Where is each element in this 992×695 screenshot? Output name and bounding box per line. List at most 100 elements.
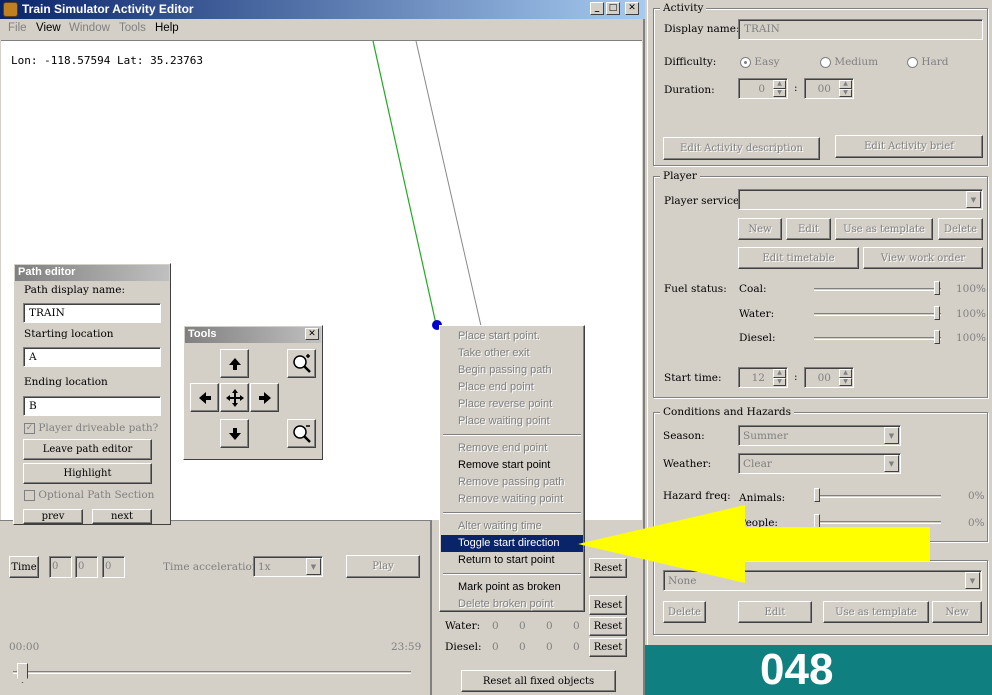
- menu-window[interactable]: Window: [69, 22, 110, 34]
- spinner-arrows: ▲ ▼: [839, 369, 852, 386]
- player-edit-button[interactable]: Edit: [786, 218, 831, 240]
- player-service-select[interactable]: ▼: [738, 189, 983, 210]
- pan-up-button[interactable]: [220, 349, 249, 378]
- weather-select[interactable]: Clear ▼: [738, 453, 901, 474]
- edit-activity-description-button[interactable]: Edit Activity description: [663, 137, 820, 160]
- time-button[interactable]: Time: [9, 556, 39, 578]
- people-value: 0%: [968, 517, 985, 529]
- water-value: 100%: [956, 308, 987, 320]
- diesel-slider-thumb[interactable]: [934, 330, 940, 344]
- menu-view[interactable]: View: [36, 22, 61, 34]
- player-driveable-label: Player driveable path?: [38, 422, 159, 434]
- duration-hours-spinner[interactable]: 0 ▲ ▼: [738, 78, 788, 99]
- menu-remove-end-point[interactable]: Remove end point: [441, 440, 583, 457]
- menu-take-other-exit[interactable]: Take other exit: [441, 345, 583, 362]
- ending-location-field[interactable]: B: [23, 396, 161, 416]
- track-line-gray: [415, 41, 482, 327]
- path-editor-title-bar[interactable]: Path editor: [15, 265, 169, 281]
- tools-title-bar[interactable]: Tools ✕: [185, 327, 321, 343]
- start-minutes-spinner[interactable]: 00 ▲ ▼: [804, 367, 854, 388]
- zoom-out-button[interactable]: [287, 419, 316, 448]
- traffic-edit-button[interactable]: Edit: [738, 601, 812, 623]
- menu-bar: File View Window Tools Help: [0, 19, 643, 39]
- difficulty-easy-radio[interactable]: Easy: [740, 56, 780, 68]
- player-delete-button[interactable]: Delete: [938, 218, 983, 240]
- path-editor-panel: Path editor Path display name: TRAIN Sta…: [13, 263, 171, 525]
- edit-activity-brief-button[interactable]: Edit Activity brief: [835, 135, 983, 158]
- close-button[interactable]: ✕: [625, 2, 639, 15]
- menu-place-reverse-point[interactable]: Place reverse point: [441, 396, 583, 413]
- arrow-left-icon: [198, 391, 211, 404]
- path-display-name-field[interactable]: TRAIN: [23, 303, 161, 323]
- prev-button[interactable]: prev: [23, 509, 83, 524]
- player-new-button[interactable]: New: [738, 218, 782, 240]
- path-display-name-label: Path display name:: [24, 284, 125, 296]
- coal-slider-thumb[interactable]: [934, 281, 940, 295]
- conditions-legend: Conditions and Hazards: [660, 406, 795, 418]
- maximize-button[interactable]: □: [606, 2, 620, 15]
- next-button[interactable]: next: [92, 509, 152, 524]
- pan-center-button[interactable]: [220, 383, 249, 412]
- menu-begin-passing-path[interactable]: Begin passing path: [441, 362, 583, 379]
- tools-title: Tools: [188, 328, 217, 340]
- view-work-order-button[interactable]: View work order: [863, 247, 983, 269]
- diesel-v2: 0: [519, 641, 526, 653]
- player-use-template-button[interactable]: Use as template: [835, 218, 933, 240]
- menu-mark-point-broken[interactable]: Mark point as broken: [441, 579, 583, 596]
- chevron-down-icon: ▼: [306, 558, 321, 575]
- water-slider-thumb[interactable]: [934, 306, 940, 320]
- radio-icon: [740, 56, 751, 68]
- time-accel-value: 1x: [258, 561, 271, 573]
- reset-all-fixed-objects-button[interactable]: Reset all fixed objects: [461, 670, 616, 692]
- highlight-button[interactable]: Highlight: [23, 463, 152, 484]
- menu-alter-waiting-time[interactable]: Alter waiting time: [441, 518, 583, 535]
- menu-file[interactable]: File: [8, 22, 27, 34]
- menu-remove-passing-path[interactable]: Remove passing path: [441, 474, 583, 491]
- water-v3: 0: [546, 620, 553, 632]
- leave-path-editor-button[interactable]: Leave path editor: [23, 439, 152, 460]
- optional-path-section-checkbox[interactable]: Optional Path Section: [24, 489, 154, 501]
- activity-display-name-field[interactable]: TRAIN: [738, 19, 983, 40]
- pan-right-button[interactable]: [250, 383, 279, 412]
- title-bar[interactable]: Train Simulator Activity Editor _ □ ✕: [0, 0, 645, 19]
- pan-left-button[interactable]: [190, 383, 219, 412]
- menu-place-end-point[interactable]: Place end point: [441, 379, 583, 396]
- duration-minutes-spinner[interactable]: 00 ▲ ▼: [804, 78, 854, 99]
- difficulty-medium-radio[interactable]: Medium: [820, 56, 878, 68]
- menu-delete-broken-point[interactable]: Delete broken point: [441, 596, 583, 613]
- menu-return-to-start-point[interactable]: Return to start point: [441, 552, 583, 569]
- time-slider-thumb[interactable]: [17, 663, 28, 683]
- menu-remove-start-point[interactable]: Remove start point: [441, 457, 583, 474]
- menu-remove-waiting-point[interactable]: Remove waiting point: [441, 491, 583, 508]
- player-driveable-checkbox[interactable]: ✓ Player driveable path?: [24, 422, 158, 434]
- play-button[interactable]: Play: [346, 555, 420, 578]
- menu-toggle-start-direction[interactable]: Toggle start direction: [441, 535, 583, 552]
- reset-button-water[interactable]: Reset: [589, 617, 627, 636]
- starting-location-field[interactable]: A: [23, 347, 161, 367]
- minimize-button[interactable]: _: [590, 2, 604, 15]
- menu-help[interactable]: Help: [155, 22, 179, 34]
- menu-place-start-point[interactable]: Place start point.: [441, 328, 583, 345]
- animals-slider-thumb[interactable]: [814, 488, 820, 502]
- tools-close-button[interactable]: ✕: [305, 328, 319, 340]
- reset-button-2[interactable]: Reset: [589, 595, 627, 615]
- water-v1: 0: [492, 620, 499, 632]
- reset-button-diesel[interactable]: Reset: [589, 638, 627, 657]
- start-hours-spinner[interactable]: 12 ▲ ▼: [738, 367, 788, 388]
- pan-down-button[interactable]: [220, 419, 249, 448]
- menu-separator: [443, 512, 581, 514]
- season-select[interactable]: Summer ▼: [738, 425, 901, 446]
- traffic-use-template-button[interactable]: Use as template: [823, 601, 929, 623]
- traffic-delete-button[interactable]: Delete: [663, 601, 706, 623]
- edit-timetable-button[interactable]: Edit timetable: [738, 247, 859, 269]
- weather-value: Clear: [743, 458, 772, 470]
- diesel-value: 100%: [956, 332, 987, 344]
- menu-tools[interactable]: Tools: [119, 22, 146, 34]
- zoom-in-button[interactable]: [287, 349, 316, 378]
- menu-place-waiting-point[interactable]: Place waiting point: [441, 413, 583, 430]
- duration-minutes-value: 00: [817, 83, 831, 95]
- difficulty-label: Difficulty:: [664, 56, 717, 68]
- time-accel-select[interactable]: 1x ▼: [253, 556, 323, 577]
- difficulty-hard-radio[interactable]: Hard: [907, 56, 949, 68]
- traffic-new-button[interactable]: New: [932, 601, 982, 623]
